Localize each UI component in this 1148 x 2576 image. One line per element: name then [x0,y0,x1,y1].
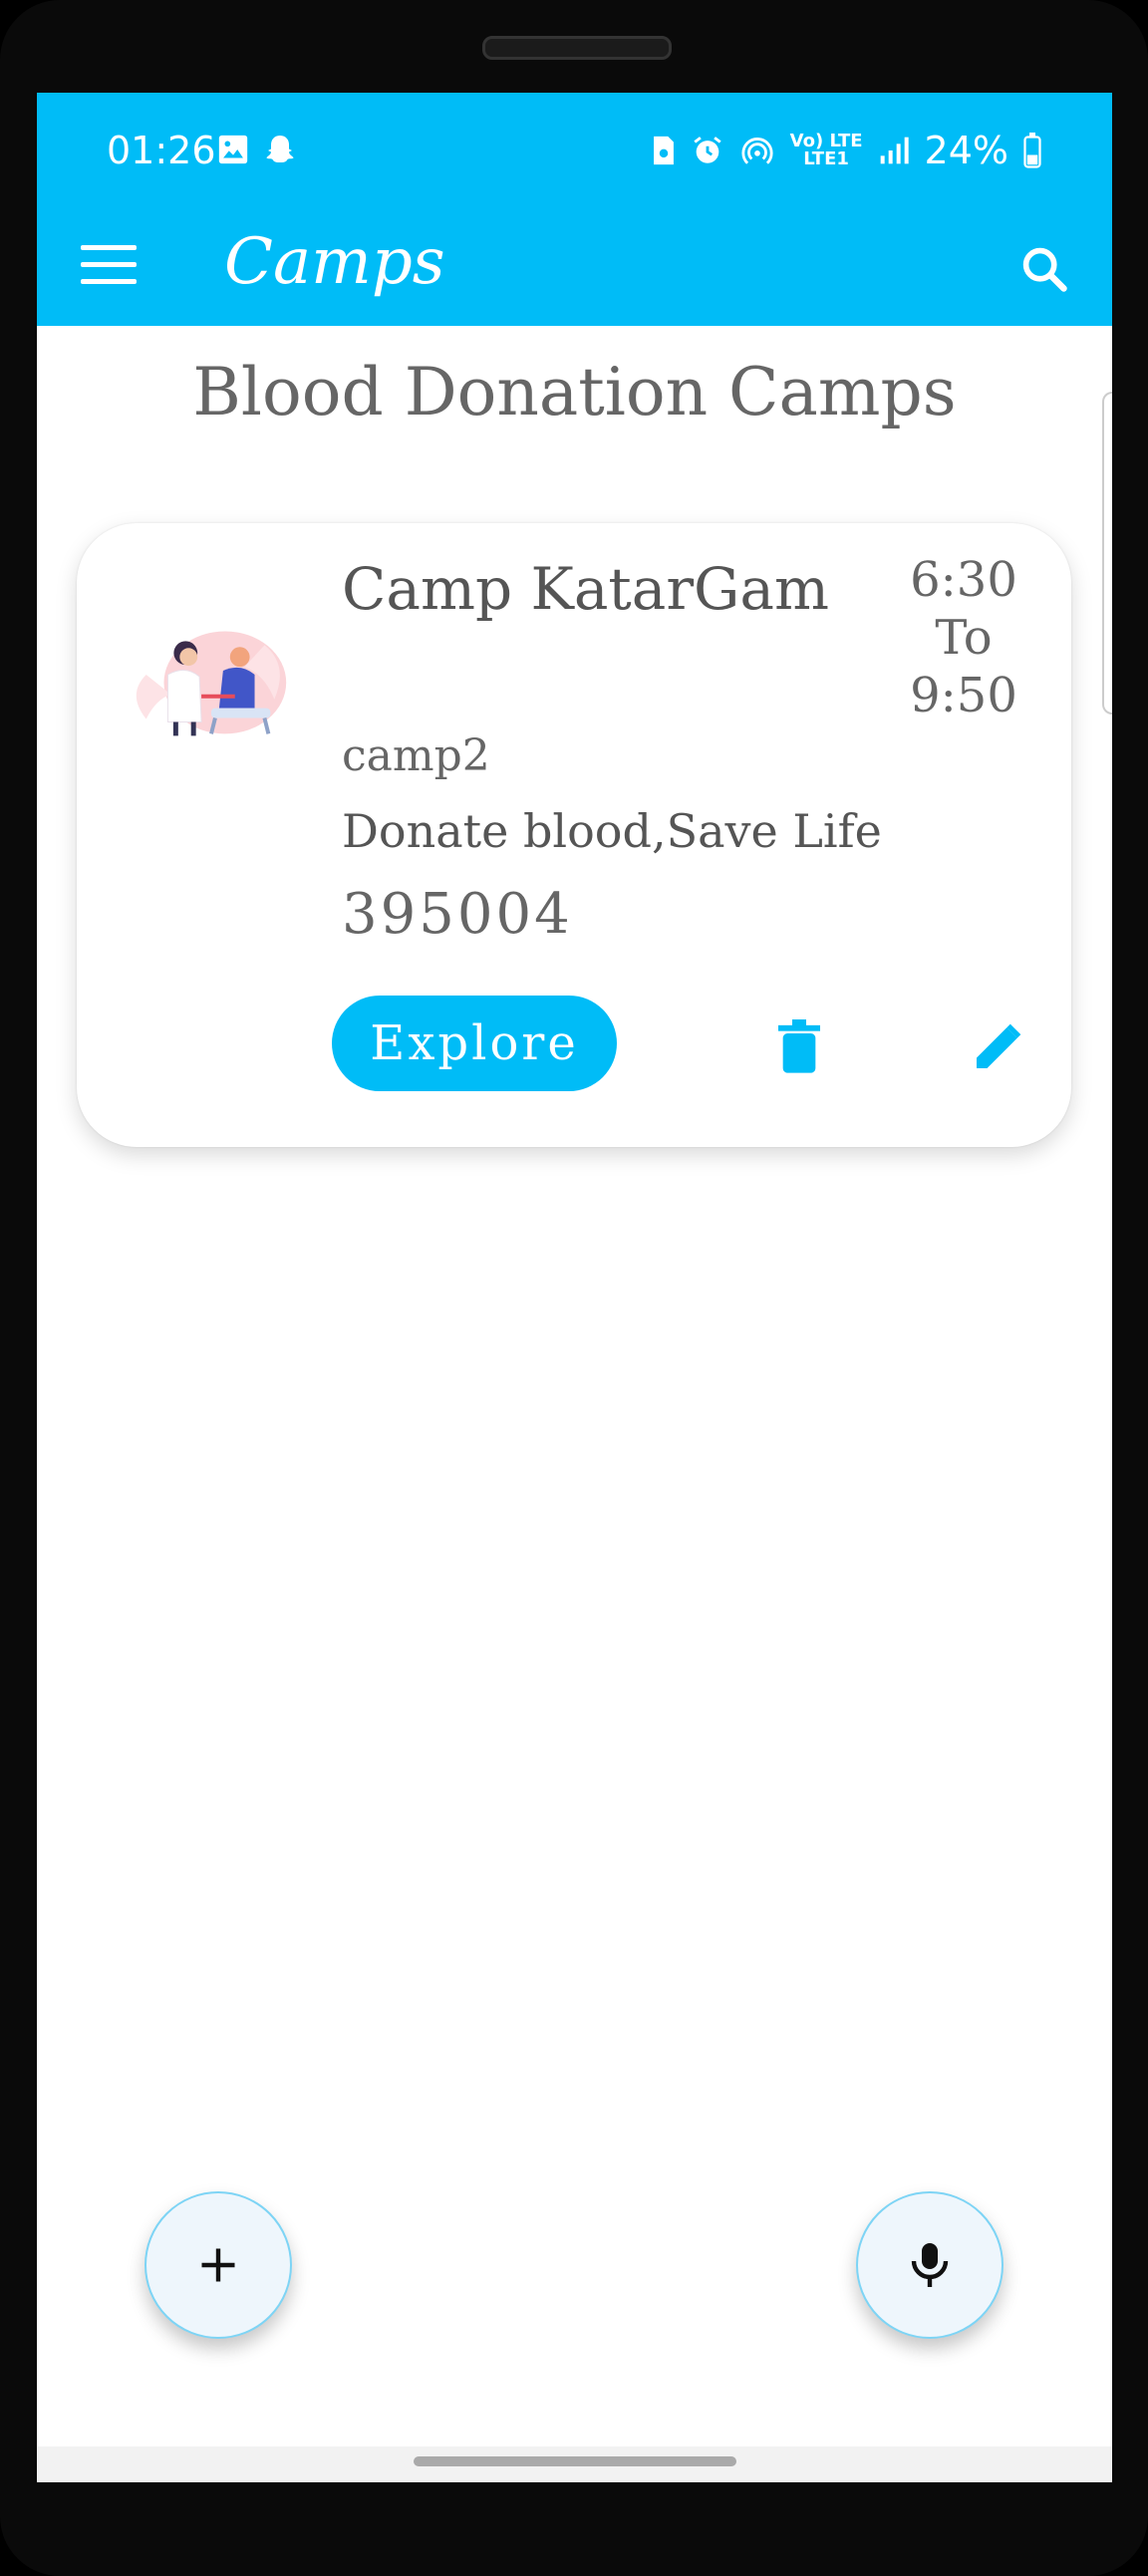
search-icon[interactable] [1018,243,1070,295]
status-time: 01:26 [107,129,216,172]
add-camp-button[interactable] [144,2191,292,2339]
camp-time-start: 6:30 [910,552,1017,608]
navigation-bar [37,2446,1112,2482]
hotspot-icon [741,138,773,164]
snapchat-icon [266,136,294,162]
screen: 01:26 Vo) LTE LTE1 24% Camps Blood Donat… [37,93,1112,2482]
camp-code: camp2 [342,730,490,781]
battery-icon [1023,133,1041,168]
camp-slogan: Donate blood,Save Life [342,804,882,858]
delete-icon[interactable] [774,1019,824,1075]
camp-pincode: 395004 [342,882,573,947]
camp-time-separator: To [935,610,993,666]
camp-time: 6:30 To 9:50 [894,551,1033,724]
status-left-icons [216,133,298,168]
network-bottom-label: LTE1 [803,148,849,169]
sim-icon [653,136,674,165]
battery-percent: 24% [924,129,1008,172]
menu-icon[interactable] [81,245,137,289]
status-bar: 01:26 Vo) LTE LTE1 24% [37,93,1112,209]
mic-icon [911,2243,949,2287]
gallery-icon [218,135,248,164]
status-right-icons: Vo) LTE LTE1 24% [651,129,1042,172]
app-bar: Camps [37,209,1112,326]
app-bar-title: Camps [224,225,445,299]
camp-name: Camp KatarGam [342,555,829,623]
network-indicator: Vo) LTE LTE1 [790,133,863,168]
scroll-indicator [1102,392,1112,715]
edit-icon[interactable] [970,1019,1025,1075]
signal-icon [880,137,909,164]
page-heading: Blood Donation Camps [192,354,957,430]
blood-donation-illustration [136,631,287,736]
camp-time-end: 9:50 [910,668,1017,723]
camp-card[interactable]: Camp KatarGam 6:30 To 9:50 camp2 Donate … [77,523,1071,1147]
phone-frame: 01:26 Vo) LTE LTE1 24% Camps Blood Donat… [0,0,1148,2576]
speaker-grille [482,36,672,60]
voice-search-button[interactable] [856,2191,1004,2339]
plus-icon [201,2248,235,2282]
home-gesture-pill[interactable] [414,2456,736,2466]
alarm-icon [694,137,721,163]
explore-button[interactable]: Explore [332,996,617,1091]
